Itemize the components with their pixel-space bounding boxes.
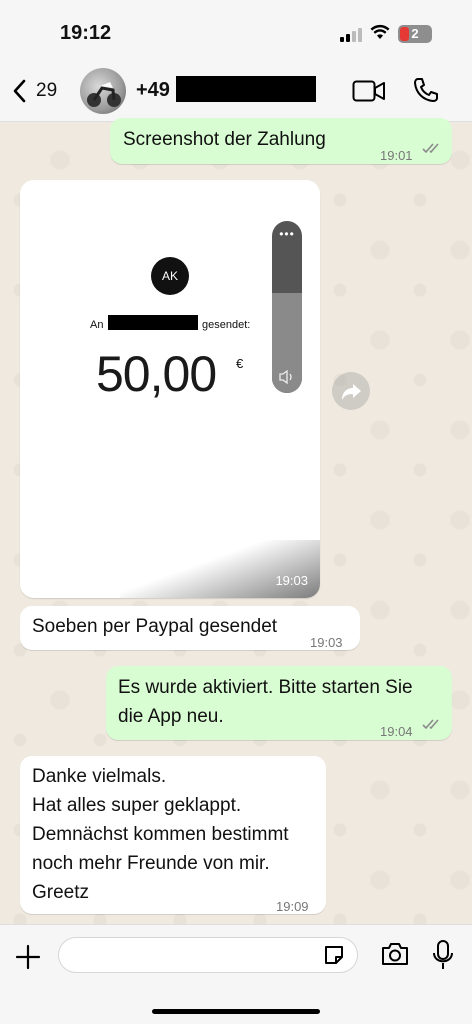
an-label: An xyxy=(90,319,104,331)
status-bar: 19:12 2 xyxy=(0,0,472,60)
home-indicator xyxy=(152,1009,320,1014)
sticker-icon[interactable] xyxy=(322,943,346,967)
message-time: 19:03 xyxy=(310,635,343,650)
message-time: 19:09 xyxy=(276,899,309,914)
chat-header: 29 +49 xyxy=(0,60,472,122)
outgoing-message[interactable]: Screenshot der Zahlung 19:01 xyxy=(110,118,452,164)
speaker-icon xyxy=(279,369,292,385)
incoming-message[interactable]: Soeben per Paypal gesendet 19:03 xyxy=(20,606,360,650)
plus-icon[interactable] xyxy=(14,943,42,971)
contact-avatar[interactable] xyxy=(80,68,126,114)
more-dots-icon: ••• xyxy=(279,227,295,241)
message-text-line-2: die App neu. xyxy=(118,706,224,727)
message-text: Screenshot der Zahlung xyxy=(123,129,326,150)
redacted-recipient xyxy=(108,315,198,330)
signal-icon xyxy=(340,28,364,42)
read-ticks-icon xyxy=(422,143,439,154)
wifi-icon xyxy=(370,24,390,39)
forward-button[interactable] xyxy=(332,372,370,410)
currency-symbol: € xyxy=(236,356,244,371)
contact-name[interactable]: +49 xyxy=(136,79,170,102)
video-call-icon[interactable] xyxy=(352,79,386,103)
message-time: 19:03 xyxy=(275,573,308,588)
message-input[interactable] xyxy=(58,937,358,973)
forward-icon xyxy=(342,384,361,400)
message-time: 19:01 xyxy=(380,148,413,163)
outgoing-message[interactable]: Es wurde aktiviert. Bitte starten Sie di… xyxy=(106,666,452,740)
battery-level: 2 xyxy=(411,26,419,41)
read-ticks-icon xyxy=(422,719,439,730)
image-shadow xyxy=(120,540,320,598)
unread-count[interactable]: 29 xyxy=(36,80,57,102)
input-bar xyxy=(0,924,472,1024)
status-time: 19:12 xyxy=(60,22,112,44)
battery-icon: 2 xyxy=(398,25,432,43)
phone-icon[interactable] xyxy=(412,76,440,104)
recipient-avatar: AK xyxy=(151,257,189,295)
gesendet-label: gesendet: xyxy=(202,319,251,331)
message-text-line-5: Greetz xyxy=(32,882,90,903)
message-text-line-3: Demnächst kommen bestimmt xyxy=(32,824,289,845)
volume-slider: ••• xyxy=(272,221,302,393)
message-text-line-2: Hat alles super geklappt. xyxy=(32,795,242,816)
incoming-message[interactable]: Danke vielmals. Hat alles super geklappt… xyxy=(20,756,326,914)
message-text-line-4: noch mehr Freunde von mir. xyxy=(32,853,270,874)
message-text-line-1: Danke vielmals. xyxy=(32,766,167,787)
back-chevron-icon[interactable] xyxy=(10,78,30,104)
message-time: 19:04 xyxy=(380,724,413,739)
camera-icon[interactable] xyxy=(380,941,410,967)
redacted-contact-number xyxy=(176,76,316,102)
message-text: Soeben per Paypal gesendet xyxy=(32,616,278,637)
image-message[interactable]: AK An gesendet: 50,00 € ••• 19:03 xyxy=(20,180,320,598)
payment-screenshot: AK An gesendet: 50,00 € ••• xyxy=(20,180,320,598)
payment-amount: 50,00 xyxy=(96,346,217,402)
mic-icon[interactable] xyxy=(432,939,454,971)
message-text-line-1: Es wurde aktiviert. Bitte starten Sie xyxy=(118,677,413,698)
